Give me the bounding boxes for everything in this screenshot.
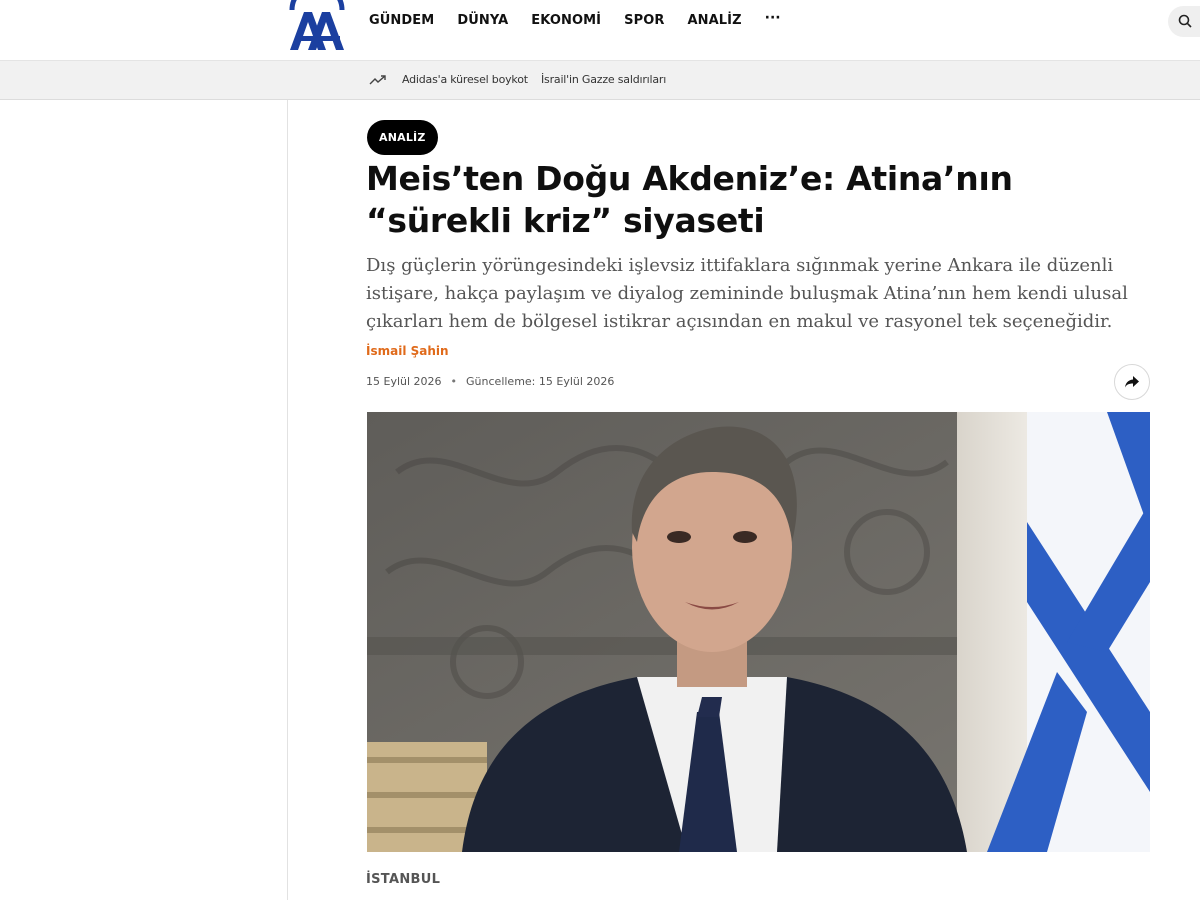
main-nav: GÜNDEM DÜNYA EKONOMİ SPOR ANALİZ ··· [369,10,781,28]
updated-date: Güncelleme: 15 Eylül 2026 [466,375,615,388]
article-summary: Dış güçlerin yörüngesindeki işlevsiz itt… [366,255,1128,332]
trending-link-gazze[interactable]: İsrail'in Gazze saldırıları [541,73,666,86]
meta-separator: • [450,375,458,388]
nav-item-spor[interactable]: SPOR [624,13,664,28]
nav-item-gundem[interactable]: GÜNDEM [369,13,434,28]
column-divider [287,100,288,900]
share-button[interactable] [1114,364,1150,400]
category-badge[interactable]: ANALİZ [367,120,438,155]
article-photo [367,412,1150,852]
search-button[interactable] [1168,6,1200,37]
top-header: GÜNDEM DÜNYA EKONOMİ SPOR ANALİZ ··· [0,0,1200,61]
article-title: Meis’ten Doğu Akdeniz’e: Atina’nın “süre… [366,159,1013,240]
aa-logo[interactable] [286,0,348,52]
trending-link-adidas[interactable]: Adidas'a küresel boykot [402,73,528,86]
published-date: 15 Eylül 2026 [366,375,442,388]
nav-item-dunya[interactable]: DÜNYA [457,13,508,28]
more-menu-button[interactable]: ··· [765,10,781,28]
trending-bar: Adidas'a küresel boykot İsrail'in Gazze … [0,61,1200,100]
trending-up-icon [369,73,387,91]
dateline: İSTANBUL [366,872,441,887]
author-link[interactable]: İsmail Şahin [366,344,449,358]
nav-item-ekonomi[interactable]: EKONOMİ [531,13,601,28]
article-meta: 15 Eylül 2026 • Güncelleme: 15 Eylül 202… [366,375,614,388]
nav-item-analiz[interactable]: ANALİZ [687,13,741,28]
